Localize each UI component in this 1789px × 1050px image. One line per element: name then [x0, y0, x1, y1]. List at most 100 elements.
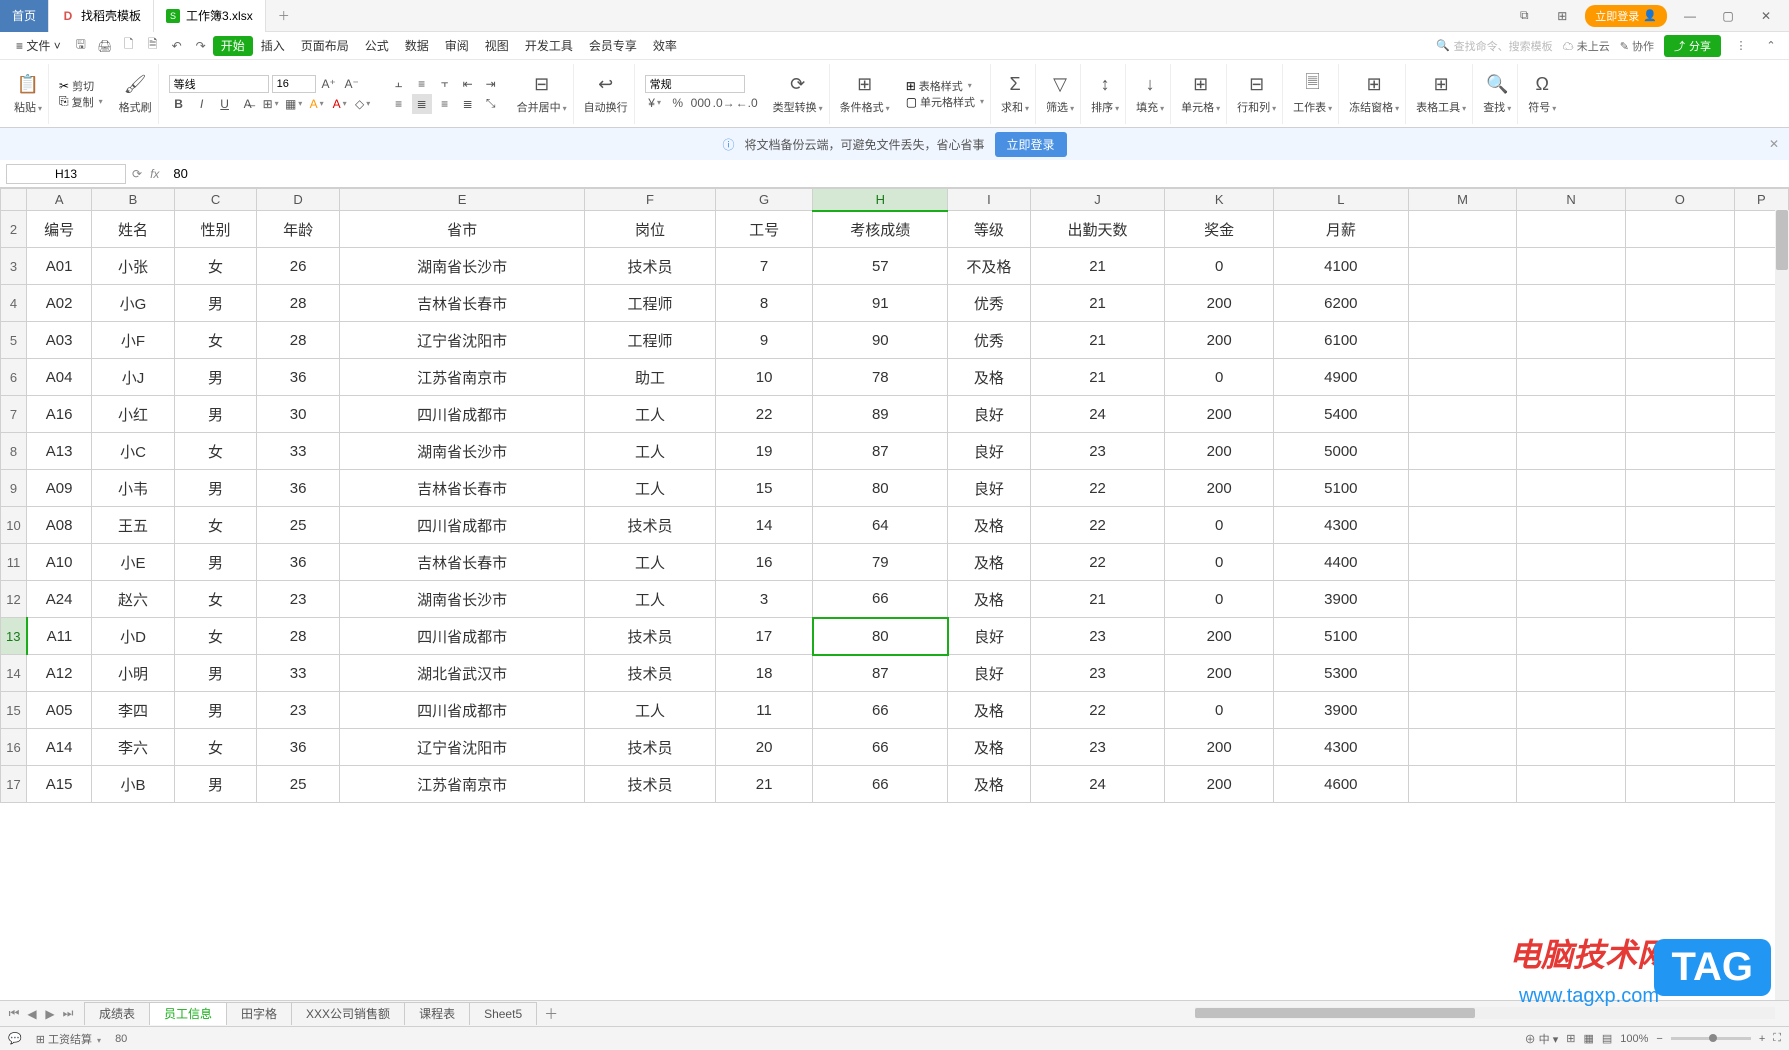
cell[interactable]: 小F — [92, 322, 175, 359]
italic-button[interactable]: I — [192, 94, 212, 114]
cell[interactable]: 15 — [715, 470, 813, 507]
cell[interactable]: 0 — [1165, 248, 1274, 285]
merge-button[interactable]: ⊟ 合并居中▾ — [517, 73, 567, 115]
apps-icon[interactable]: ⊞ — [1547, 1, 1577, 31]
cell[interactable]: A02 — [27, 285, 92, 322]
freeze-button[interactable]: ⊞冻结窗格▾ — [1349, 73, 1399, 115]
cell[interactable]: A09 — [27, 470, 92, 507]
increase-font-icon[interactable]: A⁺ — [319, 74, 339, 94]
paste-button[interactable]: 📋 粘贴▾ — [14, 73, 42, 115]
align-left-button[interactable]: ≡ — [389, 94, 409, 114]
cell[interactable]: 四川省成都市 — [339, 618, 584, 655]
row-header-12[interactable]: 12 — [1, 581, 27, 618]
cell[interactable]: 5300 — [1274, 655, 1409, 692]
cell[interactable]: 4900 — [1274, 359, 1409, 396]
cell[interactable]: 10 — [715, 359, 813, 396]
redo-icon[interactable]: ↷ — [191, 36, 211, 56]
col-header-F[interactable]: F — [585, 189, 715, 211]
cell[interactable]: 工人 — [585, 692, 715, 729]
share-button[interactable]: ⤴ 分享 — [1664, 35, 1721, 57]
row-header-16[interactable]: 16 — [1, 729, 27, 766]
cell[interactable]: 200 — [1165, 655, 1274, 692]
cell[interactable]: 小张 — [92, 248, 175, 285]
cut-button[interactable]: ✂ 剪切 — [59, 78, 94, 94]
menu-数据[interactable]: 数据 — [397, 36, 437, 56]
font-size-select[interactable] — [272, 75, 316, 93]
cell[interactable]: 女 — [174, 322, 257, 359]
view-page-icon[interactable]: ▦ — [1583, 1032, 1593, 1045]
new-tab-button[interactable]: ＋ — [266, 0, 302, 32]
cell[interactable]: A24 — [27, 581, 92, 618]
sheet-tab-XXX公司销售额[interactable]: XXX公司销售额 — [291, 1002, 405, 1025]
cell[interactable]: 3 — [715, 581, 813, 618]
sheet-tab-员工信息[interactable]: 员工信息 — [149, 1002, 227, 1025]
cell[interactable]: 工人 — [585, 433, 715, 470]
cell[interactable]: 87 — [813, 433, 948, 470]
strikethrough-button[interactable]: A̶ — [238, 94, 258, 114]
sheet-tab-田字格[interactable]: 田字格 — [226, 1002, 292, 1025]
cell[interactable]: 四川省成都市 — [339, 396, 584, 433]
cell[interactable]: 57 — [813, 248, 948, 285]
col-header-C[interactable]: C — [174, 189, 257, 211]
cell[interactable]: 及格 — [948, 766, 1031, 803]
cell[interactable]: 23 — [1030, 655, 1165, 692]
cell[interactable]: 23 — [1030, 729, 1165, 766]
cell[interactable]: A12 — [27, 655, 92, 692]
row-header-11[interactable]: 11 — [1, 544, 27, 581]
cell[interactable]: 小E — [92, 544, 175, 581]
cell[interactable]: 优秀 — [948, 285, 1031, 322]
document-tab[interactable]: S 工作簿3.xlsx — [154, 0, 266, 32]
menu-开发工具[interactable]: 开发工具 — [517, 36, 581, 56]
sort-button[interactable]: ↕排序▾ — [1091, 73, 1119, 115]
font-color-button[interactable]: A▾ — [330, 94, 350, 114]
comma-button[interactable]: 000 — [691, 93, 711, 113]
close-button[interactable]: ✕ — [1751, 1, 1781, 31]
cell-style-button[interactable]: ▢ 单元格样式▾ — [906, 94, 984, 110]
menu-视图[interactable]: 视图 — [477, 36, 517, 56]
cell[interactable]: 女 — [174, 729, 257, 766]
print-icon[interactable]: 🖨 — [95, 36, 115, 56]
cell[interactable]: 李四 — [92, 692, 175, 729]
cell[interactable]: A14 — [27, 729, 92, 766]
cell[interactable]: 17 — [715, 618, 813, 655]
cell[interactable]: 200 — [1165, 766, 1274, 803]
cell[interactable]: 女 — [174, 433, 257, 470]
cell[interactable]: 22 — [1030, 470, 1165, 507]
align-top-button[interactable]: ⫠ — [389, 74, 409, 94]
fx-label[interactable]: fx — [150, 167, 159, 181]
col-header-I[interactable]: I — [948, 189, 1031, 211]
cell[interactable]: 小G — [92, 285, 175, 322]
cell[interactable]: 良好 — [948, 396, 1031, 433]
cell[interactable]: 22 — [1030, 507, 1165, 544]
fullscreen-icon[interactable]: ⛶ — [1773, 1032, 1781, 1045]
cell[interactable]: 200 — [1165, 285, 1274, 322]
cell[interactable]: 小J — [92, 359, 175, 396]
cell[interactable]: 小明 — [92, 655, 175, 692]
cell[interactable]: 21 — [715, 766, 813, 803]
cell[interactable]: 优秀 — [948, 322, 1031, 359]
cell[interactable]: 9 — [715, 322, 813, 359]
row-header-17[interactable]: 17 — [1, 766, 27, 803]
menu-页面布局[interactable]: 页面布局 — [293, 36, 357, 56]
cond-format-button[interactable]: ⊞ 条件格式▾ — [840, 73, 890, 115]
cell[interactable]: 及格 — [948, 581, 1031, 618]
cell[interactable]: 11 — [715, 692, 813, 729]
zoom-level[interactable]: 100% — [1620, 1033, 1648, 1045]
calc-label[interactable]: ⊞ 工资结算 ▾ — [36, 1031, 101, 1047]
cell[interactable]: 小红 — [92, 396, 175, 433]
menu-开始[interactable]: 开始 — [213, 36, 253, 56]
cell[interactable]: 及格 — [948, 729, 1031, 766]
table-style-button[interactable]: ⊞ 表格样式▾ — [906, 78, 972, 94]
align-bottom-button[interactable]: ⫟ — [435, 74, 455, 94]
copy-button[interactable]: ⎘ 复制▾ — [59, 94, 103, 110]
sum-button[interactable]: Σ求和▾ — [1001, 73, 1029, 115]
align-center-button[interactable]: ≣ — [412, 94, 432, 114]
login-button[interactable]: 立即登录 👤 — [1585, 5, 1667, 27]
header-cell[interactable]: 性别 — [174, 211, 257, 248]
login-now-button[interactable]: 立即登录 — [995, 132, 1067, 157]
menu-插入[interactable]: 插入 — [253, 36, 293, 56]
cell[interactable]: 男 — [174, 359, 257, 396]
cell[interactable]: 良好 — [948, 433, 1031, 470]
zoom-in-button[interactable]: + — [1759, 1033, 1765, 1045]
cell[interactable]: 36 — [257, 544, 340, 581]
